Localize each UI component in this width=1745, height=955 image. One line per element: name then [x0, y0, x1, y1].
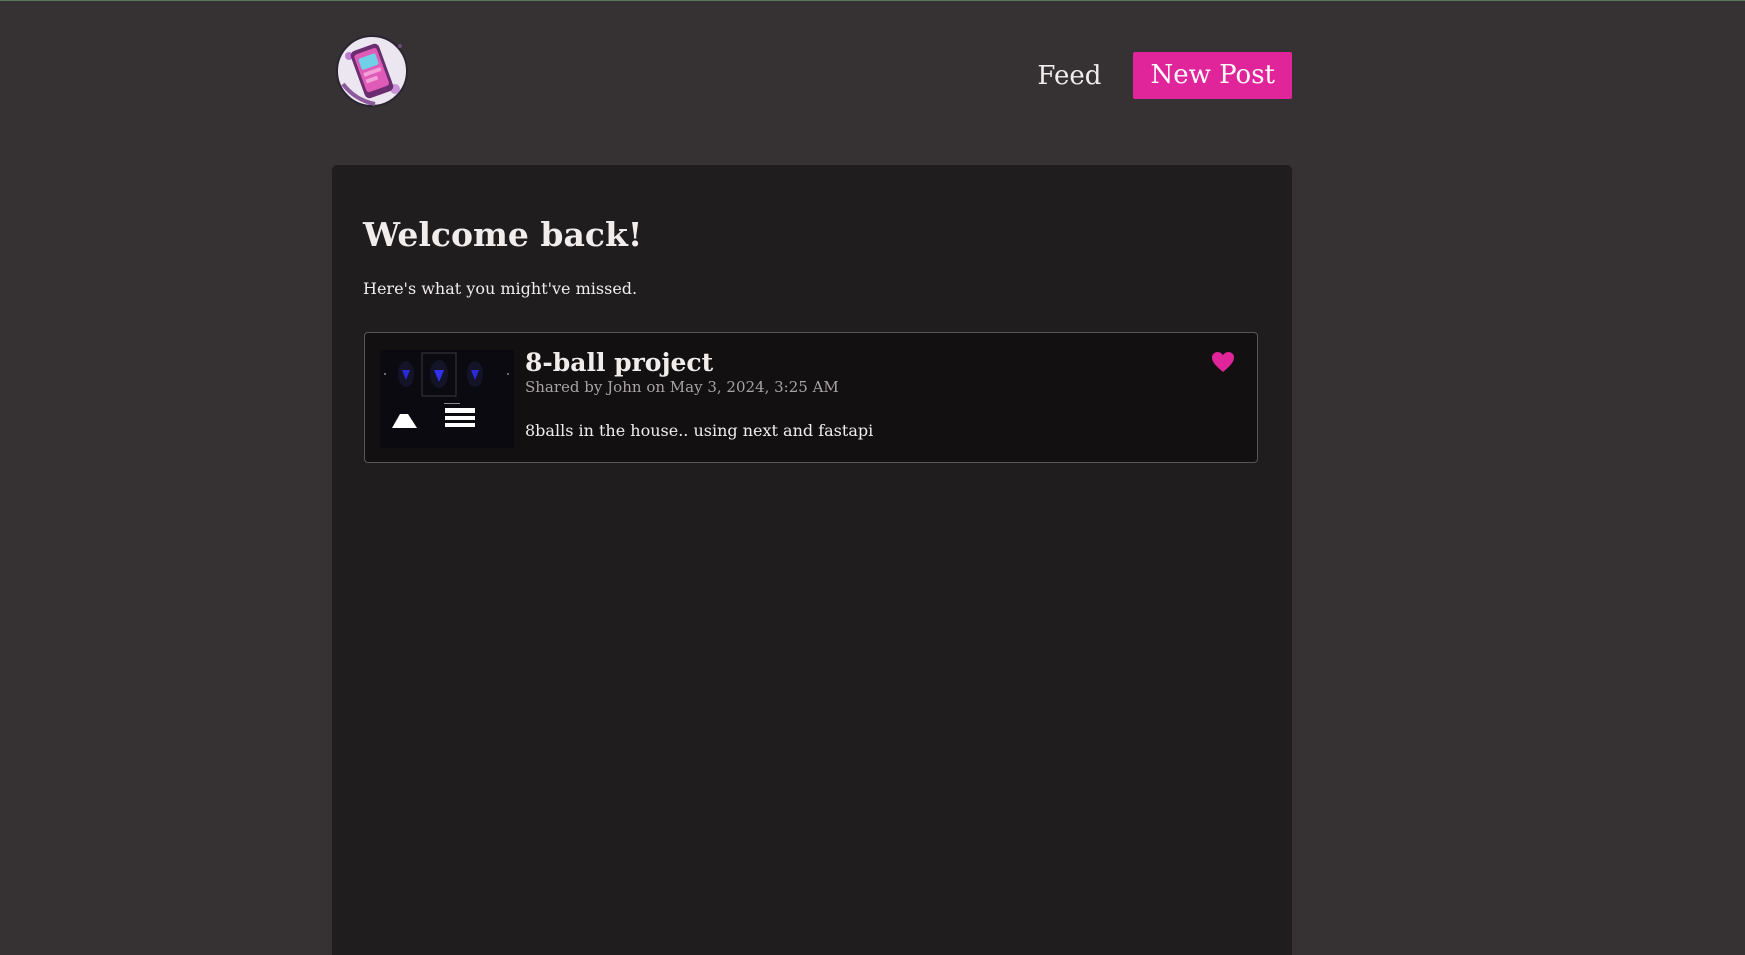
page-title: Welcome back! — [363, 215, 643, 254]
new-post-button[interactable]: New Post — [1133, 52, 1292, 99]
page-subtitle: Here's what you might've missed. — [363, 279, 638, 298]
site-header: Feed New Post — [332, 0, 1292, 150]
post-meta: Shared by John on May 3, 2024, 3:25 AM — [525, 378, 839, 396]
main-nav: Feed New Post — [1037, 52, 1292, 99]
post-meta-prefix: Shared by — [525, 378, 603, 396]
post-date: May 3, 2024, 3:25 AM — [669, 378, 839, 396]
nav-feed-link[interactable]: Feed — [1037, 61, 1101, 91]
heart-icon[interactable] — [1211, 351, 1235, 373]
post-author: John — [607, 378, 642, 396]
phone-logo-icon[interactable] — [335, 34, 409, 108]
post-thumbnail — [380, 350, 514, 448]
post-title[interactable]: 8-ball project — [525, 348, 713, 377]
post-meta-on: on — [646, 378, 666, 396]
main-card: Welcome back! Here's what you might've m… — [332, 165, 1292, 955]
post-body: 8balls in the house.. using next and fas… — [525, 421, 874, 440]
post-card[interactable]: 8-ball project Shared by John on May 3, … — [364, 332, 1258, 463]
